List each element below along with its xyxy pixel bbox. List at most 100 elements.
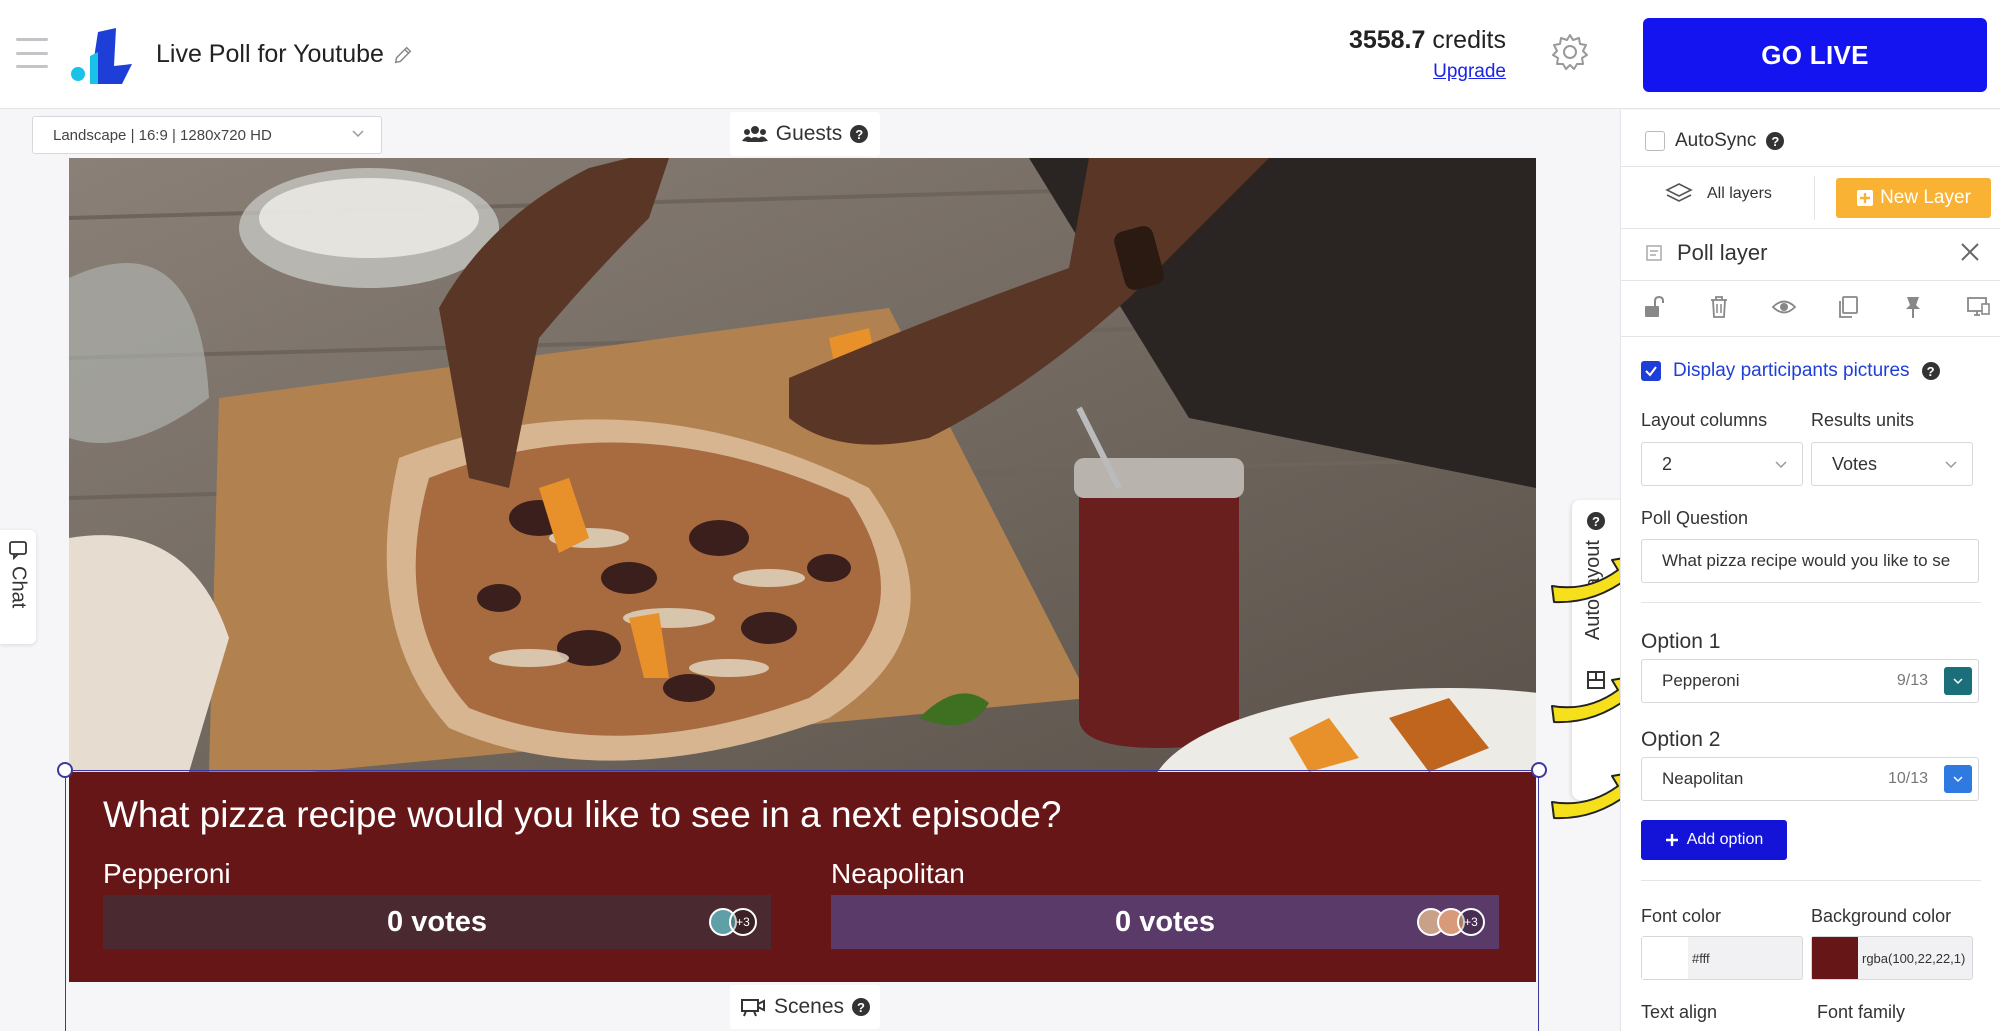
- display-pictures-row: Display participants pictures ?: [1641, 360, 1940, 382]
- all-layers-label: All layers: [1707, 185, 1772, 202]
- orientation-value: Landscape | 16:9 | 1280x720 HD: [53, 127, 272, 144]
- layers-icon: [1665, 183, 1693, 202]
- poll-question-label: Poll Question: [1641, 508, 1749, 528]
- canvas-area: Landscape | 16:9 | 1280x720 HD Guests ?: [0, 110, 1649, 1031]
- background-color-label: Background color: [1811, 906, 1952, 926]
- font-color-field[interactable]: #fff: [1641, 936, 1803, 980]
- new-layer-label: New Layer: [1880, 187, 1971, 208]
- poll-votes-text: 0 votes: [1115, 905, 1215, 938]
- option2-title: Option 2: [1641, 728, 1721, 751]
- poll-result-bar: 0 votes +3: [103, 895, 771, 949]
- upgrade-link[interactable]: Upgrade: [1349, 61, 1506, 83]
- eye-icon[interactable]: [1771, 294, 1797, 320]
- app-logo: [71, 28, 132, 84]
- divider: [1621, 336, 2000, 337]
- help-icon[interactable]: ?: [1587, 512, 1605, 530]
- chat-icon: [9, 541, 27, 560]
- option1-count: 9/13: [1896, 672, 1928, 689]
- avatar-more-count: +3: [729, 908, 757, 936]
- participant-avatars: +3: [1417, 908, 1485, 936]
- option2-input[interactable]: Neapolitan 10/13: [1641, 757, 1979, 801]
- properties-panel: AutoSync ? All layers New Layer Poll lay…: [1620, 110, 2000, 1031]
- results-units-label: Results units: [1811, 410, 1915, 430]
- divider: [1814, 176, 1815, 220]
- chevron-down-icon: [1775, 461, 1787, 469]
- display-pictures-label: Display participants pictures: [1673, 360, 1910, 381]
- layout-columns-label: Layout columns: [1641, 410, 1768, 430]
- video-frame-image: [69, 158, 1536, 772]
- help-icon[interactable]: ?: [852, 998, 871, 1016]
- option1-value: Pepperoni: [1662, 671, 1740, 690]
- trash-icon[interactable]: [1706, 294, 1732, 320]
- option2-value: Neapolitan: [1662, 769, 1744, 788]
- autosync-checkbox[interactable]: [1645, 131, 1665, 151]
- layer-type-icon: [1646, 245, 1662, 261]
- poll-result-bar: 0 votes +3: [831, 895, 1499, 949]
- option1-input[interactable]: Pepperoni 9/13: [1641, 659, 1979, 703]
- auto-layout-tab[interactable]: ? Auto layout: [1572, 500, 1620, 800]
- guests-tab[interactable]: Guests ?: [730, 112, 880, 156]
- pin-icon[interactable]: [1900, 294, 1926, 320]
- help-icon[interactable]: ?: [1921, 362, 1940, 380]
- poll-votes-text: 0 votes: [387, 905, 487, 938]
- check-icon: [1645, 366, 1657, 377]
- option1-title: Option 1: [1641, 630, 1721, 653]
- results-units-select[interactable]: Votes: [1811, 442, 1973, 486]
- divider: [1641, 602, 1981, 603]
- divider: [1641, 880, 1981, 881]
- option2-color-picker[interactable]: [1944, 765, 1972, 793]
- autosync-label: AutoSync: [1675, 130, 1757, 151]
- option2-count: 10/13: [1887, 770, 1928, 787]
- autosync-row: AutoSync ?: [1645, 130, 1785, 152]
- orientation-select[interactable]: Landscape | 16:9 | 1280x720 HD: [32, 116, 382, 154]
- guests-icon: [741, 126, 768, 142]
- credits-display: 3558.7 credits Upgrade: [1349, 26, 1506, 83]
- plus-square-icon: [1857, 190, 1874, 206]
- layer-title: Poll layer: [1677, 240, 1768, 265]
- all-layers-button[interactable]: All layers: [1665, 182, 1772, 206]
- chat-label: Chat: [7, 566, 30, 609]
- divider: [1621, 280, 2000, 281]
- poll-question-input[interactable]: What pizza recipe would you like to se: [1641, 539, 1979, 583]
- edit-pencil-icon[interactable]: [392, 44, 414, 66]
- font-family-label: Font family: [1817, 1002, 1906, 1022]
- duplicate-icon[interactable]: [1835, 294, 1861, 320]
- option1-color-picker[interactable]: [1944, 667, 1972, 695]
- scenes-icon: [740, 999, 765, 1017]
- scenes-tab[interactable]: Scenes ?: [730, 985, 880, 1029]
- guests-label: Guests: [775, 122, 843, 145]
- display-screen-icon[interactable]: [1965, 294, 1991, 320]
- add-option-button[interactable]: Add option: [1641, 820, 1787, 860]
- help-icon[interactable]: ?: [850, 125, 869, 143]
- layer-toolbar: [1641, 294, 1991, 320]
- close-icon[interactable]: [1958, 240, 1982, 264]
- chevron-down-icon: [1945, 461, 1957, 469]
- menu-icon[interactable]: [16, 38, 48, 68]
- poll-option-label: Neapolitan: [831, 858, 965, 889]
- add-option-label: Add option: [1686, 831, 1764, 848]
- gear-icon[interactable]: [1550, 32, 1590, 72]
- app-title: Live Poll for Youtube: [156, 40, 384, 68]
- layout-columns-select[interactable]: 2: [1641, 442, 1803, 486]
- unlock-icon[interactable]: [1641, 294, 1667, 320]
- font-color-value: #fff: [1692, 951, 1710, 966]
- new-layer-button[interactable]: New Layer: [1836, 178, 1991, 218]
- plus-icon: [1665, 834, 1678, 846]
- divider: [1621, 166, 2000, 167]
- poll-question-value: What pizza recipe would you like to se: [1662, 551, 1951, 570]
- scenes-label: Scenes: [773, 995, 845, 1018]
- participant-avatars: +3: [709, 908, 757, 936]
- avatar-more-count: +3: [1457, 908, 1485, 936]
- font-color-swatch: [1642, 937, 1688, 979]
- display-pictures-checkbox[interactable]: [1641, 361, 1661, 381]
- layout-columns-value: 2: [1662, 454, 1673, 474]
- chat-tab[interactable]: Chat: [0, 530, 36, 644]
- background-color-value: rgba(100,22,22,1): [1862, 951, 1966, 966]
- help-icon[interactable]: ?: [1766, 132, 1785, 150]
- credits-amount: 3558.7: [1348, 26, 1426, 54]
- background-color-field[interactable]: rgba(100,22,22,1): [1811, 936, 1973, 980]
- go-live-button[interactable]: GO LIVE: [1643, 18, 1987, 92]
- chevron-down-icon: [1953, 776, 1963, 783]
- poll-question-text: What pizza recipe would you like to see …: [103, 794, 1062, 835]
- poll-overlay[interactable]: What pizza recipe would you like to see …: [69, 772, 1536, 982]
